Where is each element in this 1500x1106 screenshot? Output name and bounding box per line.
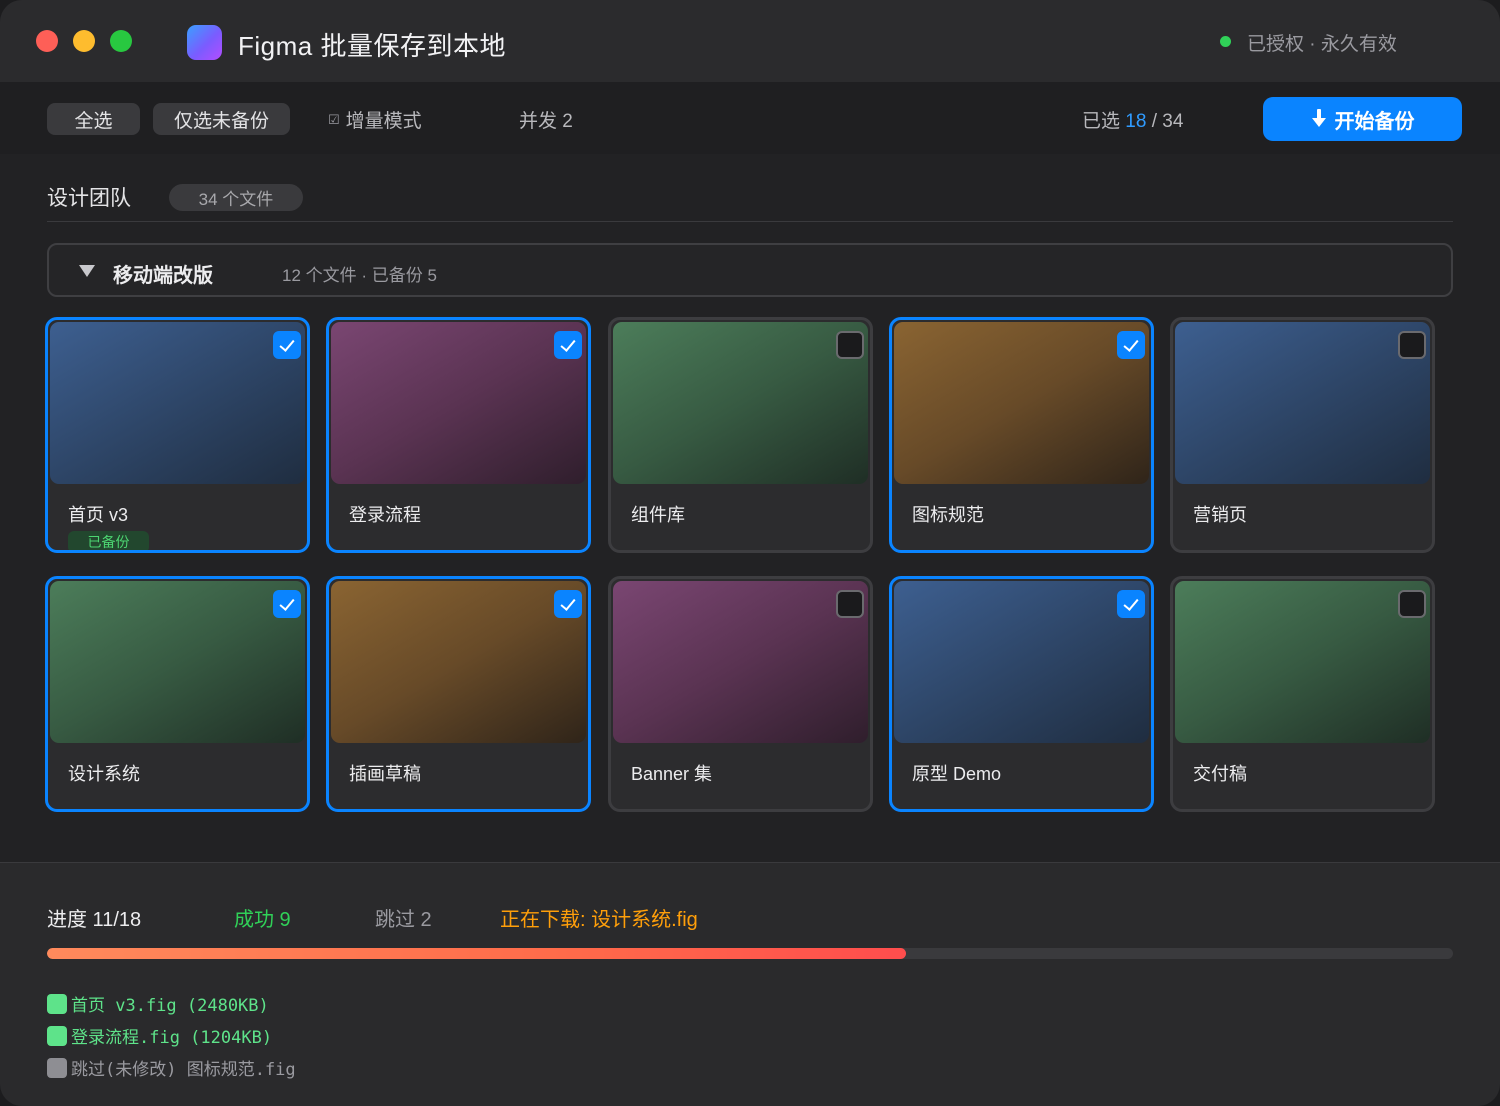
- log-text: 跳过(未修改) 图标规范.fig: [71, 1060, 296, 1080]
- selection-count: 已选 18 / 34: [1082, 106, 1183, 133]
- file-checkbox[interactable]: [1398, 331, 1426, 359]
- skip-square-icon: [47, 1057, 67, 1078]
- folder-header[interactable]: 移动端改版 12 个文件 · 已备份 5: [47, 243, 1453, 297]
- skip-count: 跳过 2: [375, 909, 432, 931]
- select-all-button[interactable]: 全选: [47, 103, 140, 135]
- file-card[interactable]: 原型 Demo: [889, 576, 1154, 812]
- file-checkbox[interactable]: [1117, 590, 1145, 618]
- progress-bar: [47, 948, 1453, 959]
- checkmark-icon: [560, 335, 576, 352]
- file-card[interactable]: 登录流程: [326, 317, 591, 553]
- file-checkbox[interactable]: [554, 331, 582, 359]
- log-text: 首页 v3.fig (2480KB): [71, 996, 269, 1016]
- file-card[interactable]: 插画草稿: [326, 576, 591, 812]
- selected-separator: /: [1151, 111, 1157, 132]
- file-card[interactable]: 营销页: [1170, 317, 1435, 553]
- incremental-mode-label: 增量模式: [345, 111, 422, 132]
- file-card[interactable]: 首页 v3 已备份: [45, 317, 310, 553]
- file-checkbox[interactable]: [273, 331, 301, 359]
- file-name: Banner 集: [631, 764, 713, 784]
- log-text: 登录流程.fig (1204KB): [71, 1028, 273, 1048]
- close-window-button[interactable]: [36, 30, 58, 52]
- license-status: 已授权 · 永久有效: [1247, 34, 1397, 55]
- team-file-count-badge: 34 个文件: [169, 184, 303, 211]
- title-bar: Figma 批量保存到本地 已授权 · 永久有效: [0, 0, 1500, 82]
- folder-meta: 12 个文件 · 已备份 5: [282, 266, 437, 285]
- app-title: Figma 批量保存到本地: [238, 31, 506, 61]
- file-thumbnail: [50, 581, 305, 743]
- file-checkbox[interactable]: [1117, 331, 1145, 359]
- app-logo-icon: [187, 25, 222, 60]
- start-backup-button[interactable]: 开始备份: [1263, 97, 1462, 141]
- file-name: 登录流程: [349, 505, 421, 525]
- progress-panel: 进度 11/18 成功 9 跳过 2 正在下载: 设计系统.fig 首页 v3.…: [0, 862, 1500, 1106]
- incremental-mode-toggle[interactable]: ☑ 增量模式: [328, 106, 422, 133]
- file-checkbox[interactable]: [836, 331, 864, 359]
- checkmark-icon: [1123, 594, 1139, 611]
- file-thumbnail: [613, 322, 868, 484]
- file-card[interactable]: 设计系统: [45, 576, 310, 812]
- file-card[interactable]: 组件库: [608, 317, 873, 553]
- minimize-window-button[interactable]: [73, 30, 95, 52]
- log-entry: 登录流程.fig (1204KB): [47, 1023, 272, 1048]
- file-name: 组件库: [631, 505, 685, 525]
- file-checkbox[interactable]: [1398, 590, 1426, 618]
- success-square-icon: [47, 1025, 67, 1046]
- download-icon: [1311, 109, 1327, 129]
- toolbar: 全选 仅选未备份 ☑ 增量模式 并发 2 已选 18 / 34 开始备份: [0, 82, 1500, 154]
- collapse-triangle-icon[interactable]: [79, 265, 95, 277]
- progress-label: 进度 11/18: [47, 909, 142, 931]
- file-thumbnail: [894, 581, 1149, 743]
- file-checkbox[interactable]: [836, 590, 864, 618]
- team-name: 设计团队: [47, 187, 131, 210]
- select-unbacked-button[interactable]: 仅选未备份: [153, 103, 290, 135]
- backed-up-badge: 已备份: [68, 531, 149, 550]
- selected-prefix: 已选: [1082, 111, 1121, 132]
- maximize-window-button[interactable]: [110, 30, 132, 52]
- file-checkbox[interactable]: [554, 590, 582, 618]
- checkmark-icon: [279, 335, 295, 352]
- file-name: 原型 Demo: [912, 764, 1002, 784]
- file-thumbnail: [613, 581, 868, 743]
- file-name: 营销页: [1193, 505, 1247, 525]
- log-entry: 首页 v3.fig (2480KB): [47, 991, 269, 1016]
- concurrency-setting[interactable]: 并发 2: [519, 106, 573, 133]
- file-name: 首页 v3: [68, 505, 129, 525]
- checkmark-icon: [560, 594, 576, 611]
- checkmark-icon: [1123, 335, 1139, 352]
- log-entry: 跳过(未修改) 图标规范.fig: [47, 1055, 296, 1080]
- folder-name: 移动端改版: [113, 265, 213, 287]
- divider: [47, 221, 1453, 222]
- checkbox-icon: ☑: [328, 111, 340, 127]
- file-thumbnail: [331, 581, 586, 743]
- file-card[interactable]: Banner 集: [608, 576, 873, 812]
- success-square-icon: [47, 993, 67, 1014]
- file-thumbnail: [1175, 581, 1430, 743]
- file-thumbnail: [1175, 322, 1430, 484]
- progress-bar-fill: [47, 948, 907, 959]
- success-count: 成功 9: [234, 909, 291, 931]
- file-name: 交付稿: [1193, 764, 1247, 784]
- file-name: 图标规范: [912, 505, 984, 525]
- start-backup-label: 开始备份: [1334, 110, 1415, 133]
- selected-count: 18: [1125, 111, 1147, 132]
- file-card[interactable]: 交付稿: [1170, 576, 1435, 812]
- app-window: Figma 批量保存到本地 已授权 · 永久有效 全选 仅选未备份 ☑ 增量模式…: [0, 0, 1500, 1106]
- total-count: 34: [1162, 111, 1184, 132]
- file-thumbnail: [331, 322, 586, 484]
- file-thumbnail: [894, 322, 1149, 484]
- file-card[interactable]: 图标规范: [889, 317, 1154, 553]
- file-checkbox[interactable]: [273, 590, 301, 618]
- file-thumbnail: [50, 322, 305, 484]
- license-status-dot-icon: [1220, 36, 1231, 47]
- file-name: 插画草稿: [349, 764, 421, 784]
- checkmark-icon: [279, 594, 295, 611]
- current-download: 正在下载: 设计系统.fig: [500, 909, 698, 931]
- file-name: 设计系统: [68, 764, 140, 784]
